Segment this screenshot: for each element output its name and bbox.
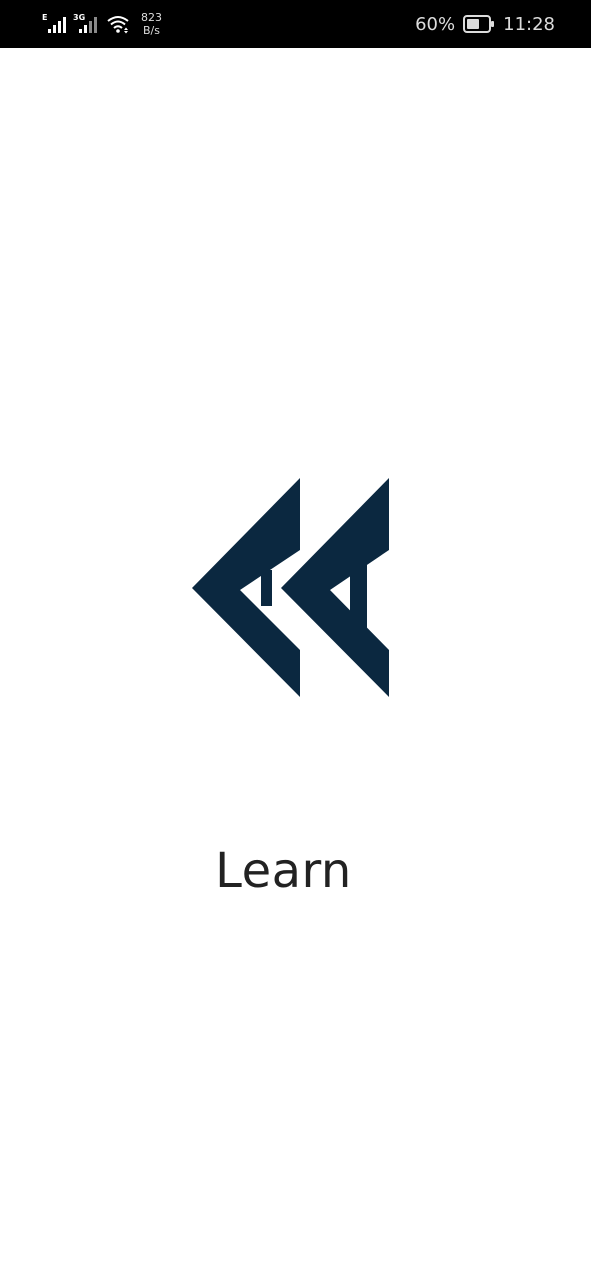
status-bar-right: 60% 11:28 xyxy=(415,0,555,48)
logo-left-inner-a xyxy=(261,570,272,606)
signal-icon xyxy=(79,17,97,33)
clock-time: 11:28 xyxy=(503,13,555,35)
status-bar: E 3G 823 B/s 60% 11:28 xyxy=(0,0,591,48)
double-chevron-logo-icon xyxy=(192,478,389,697)
battery-fill xyxy=(467,19,480,29)
network-speed: 823 B/s xyxy=(141,11,162,37)
network-speed-unit: B/s xyxy=(143,24,160,37)
status-bar-left: E 3G 823 B/s xyxy=(42,0,162,48)
network-2: 3G xyxy=(73,13,99,35)
network-1: E xyxy=(42,13,68,35)
signal-icon xyxy=(48,17,66,33)
battery-percent: 60% xyxy=(415,13,456,35)
network-type-label-1: E xyxy=(42,13,48,22)
network-speed-value: 823 xyxy=(141,11,162,24)
battery-icon xyxy=(463,15,495,33)
wifi-icon xyxy=(107,16,129,34)
app-title: Learn xyxy=(215,843,352,899)
logo-right-inner-a xyxy=(350,556,367,638)
